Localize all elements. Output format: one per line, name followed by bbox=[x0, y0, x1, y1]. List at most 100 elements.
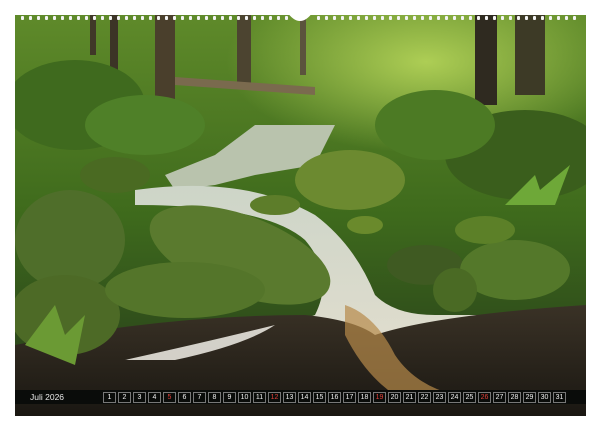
day-cell: 31 bbox=[553, 391, 566, 403]
binding-hole bbox=[573, 16, 576, 20]
binding-hole bbox=[365, 16, 368, 20]
day-cell: 13 bbox=[283, 391, 296, 403]
binding-hole bbox=[541, 16, 544, 20]
day-cell: 9 bbox=[223, 391, 236, 403]
binding-hole bbox=[493, 16, 496, 20]
day-cell: 27 bbox=[493, 391, 506, 403]
binding-hole bbox=[253, 16, 256, 20]
binding-hole bbox=[229, 16, 232, 20]
binding-hole bbox=[197, 16, 200, 20]
binding-hole bbox=[437, 16, 440, 20]
hanger-notch bbox=[287, 12, 313, 21]
binding-hole bbox=[93, 16, 96, 20]
day-cell: 21 bbox=[403, 391, 416, 403]
binding-hole bbox=[469, 16, 472, 20]
binding-hole bbox=[517, 16, 520, 20]
binding-hole bbox=[485, 16, 488, 20]
binding-hole bbox=[61, 16, 64, 20]
calendar-bar: Juli 2026 1 2 3 4 5 6 7 8 9 10 11 12 13 14 15 16 17 18 19 2… bbox=[15, 390, 586, 404]
binding-hole bbox=[325, 16, 328, 20]
binding-hole bbox=[405, 16, 408, 20]
day-cell: 22 bbox=[418, 391, 431, 403]
day-cell: 5 bbox=[163, 391, 176, 403]
binding-hole bbox=[421, 16, 424, 20]
day-cell: 3 bbox=[133, 391, 146, 403]
binding-hole bbox=[269, 16, 272, 20]
day-cell: 26 bbox=[478, 391, 491, 403]
binding-hole bbox=[397, 16, 400, 20]
binding-hole bbox=[213, 16, 216, 20]
binding-hole bbox=[461, 16, 464, 20]
day-cell: 11 bbox=[253, 391, 266, 403]
day-cell: 28 bbox=[508, 391, 521, 403]
binding-hole bbox=[445, 16, 448, 20]
day-cell: 7 bbox=[193, 391, 206, 403]
day-cell: 12 bbox=[268, 391, 281, 403]
binding-hole bbox=[101, 16, 104, 20]
day-cell: 6 bbox=[178, 391, 191, 403]
day-cell: 30 bbox=[538, 391, 551, 403]
day-cell: 24 bbox=[448, 391, 461, 403]
binding-hole bbox=[221, 16, 224, 20]
binding-hole bbox=[389, 16, 392, 20]
binding-hole bbox=[533, 16, 536, 20]
day-cell: 15 bbox=[313, 391, 326, 403]
binding-hole bbox=[525, 16, 528, 20]
binding-hole bbox=[333, 16, 336, 20]
binding-hole bbox=[45, 16, 48, 20]
binding-hole bbox=[85, 16, 88, 20]
month-label: Juli 2026 bbox=[30, 392, 65, 402]
binding-hole bbox=[117, 16, 120, 20]
binding-hole bbox=[133, 16, 136, 20]
day-cell: 1 bbox=[103, 391, 116, 403]
day-cell: 14 bbox=[298, 391, 311, 403]
binding-hole bbox=[69, 16, 72, 20]
binding-hole bbox=[21, 16, 24, 20]
day-cell: 2 bbox=[118, 391, 131, 403]
day-cell: 8 bbox=[208, 391, 221, 403]
binding-hole bbox=[277, 16, 280, 20]
forest-stream-photo bbox=[15, 15, 586, 416]
day-cell: 4 bbox=[148, 391, 161, 403]
binding-hole bbox=[357, 16, 360, 20]
binding-hole bbox=[477, 16, 480, 20]
binding-hole bbox=[261, 16, 264, 20]
day-cell: 16 bbox=[328, 391, 341, 403]
day-strip: 1 2 3 4 5 6 7 8 9 10 11 12 13 14 15 16 17 18 19 20 21 22 23 24 2… bbox=[103, 391, 566, 403]
day-cell: 23 bbox=[433, 391, 446, 403]
binding-hole bbox=[317, 16, 320, 20]
binding-hole bbox=[189, 16, 192, 20]
calendar-page: Juli 2026 1 2 3 4 5 6 7 8 9 10 11 12 13 14 15 16 17 18 19 2… bbox=[0, 0, 600, 432]
binding-hole bbox=[141, 16, 144, 20]
binding-hole bbox=[237, 16, 240, 20]
binding-hole bbox=[413, 16, 416, 20]
binding-hole bbox=[341, 16, 344, 20]
binding-hole bbox=[109, 16, 112, 20]
day-cell: 25 bbox=[463, 391, 476, 403]
day-cell: 17 bbox=[343, 391, 356, 403]
day-cell: 10 bbox=[238, 391, 251, 403]
binding-hole bbox=[549, 16, 552, 20]
binding-hole bbox=[29, 16, 32, 20]
binding-hole bbox=[53, 16, 56, 20]
binding-hole bbox=[453, 16, 456, 20]
binding-hole bbox=[501, 16, 504, 20]
day-cell: 18 bbox=[358, 391, 371, 403]
forest-stream-illustration bbox=[15, 15, 586, 416]
binding-hole bbox=[149, 16, 152, 20]
day-cell: 19 bbox=[373, 391, 386, 403]
binding-hole bbox=[429, 16, 432, 20]
binding-hole bbox=[381, 16, 384, 20]
binding-hole bbox=[125, 16, 128, 20]
binding-hole bbox=[77, 16, 80, 20]
binding-hole bbox=[373, 16, 376, 20]
binding-hole bbox=[157, 16, 160, 20]
binding-hole bbox=[245, 16, 248, 20]
binding-hole bbox=[565, 16, 568, 20]
binding-hole bbox=[173, 16, 176, 20]
day-cell: 29 bbox=[523, 391, 536, 403]
binding-hole bbox=[165, 16, 168, 20]
binding-hole bbox=[181, 16, 184, 20]
binding-hole bbox=[349, 16, 352, 20]
binding-hole bbox=[509, 16, 512, 20]
